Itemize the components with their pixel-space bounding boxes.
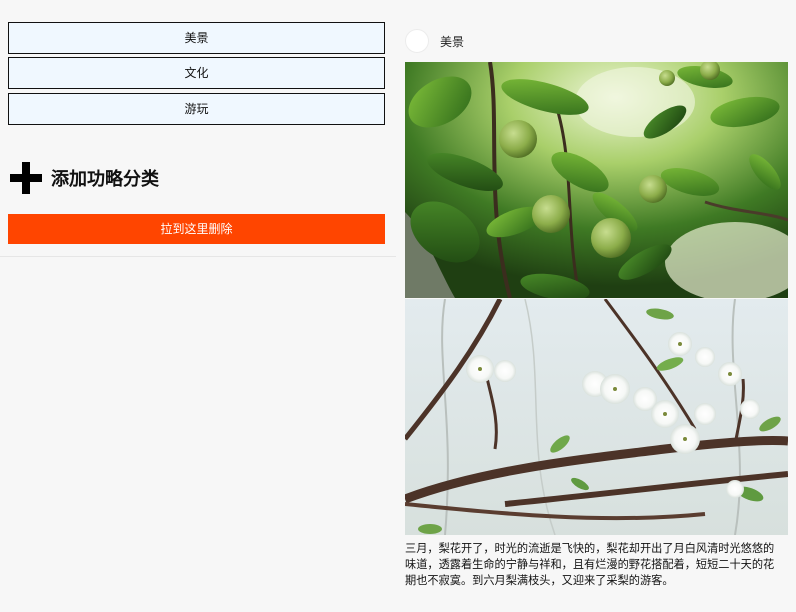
post-author: 美景 xyxy=(440,34,465,49)
pear-blossom-photo[interactable] xyxy=(405,299,788,535)
avatar[interactable] xyxy=(405,29,429,53)
post-caption: 三月，梨花开了，时光的流逝是飞快的，梨花却开出了月白风清时光悠悠的味道，透露着生… xyxy=(405,542,775,587)
category-item-scenery[interactable]: 美景 xyxy=(8,22,385,54)
page: 美景 文化 游玩 添加功略分类 拉到这里删除 美景 三月，梨花开了，时光的流逝是… xyxy=(0,0,796,612)
pear-fruit-photo[interactable] xyxy=(405,62,788,298)
category-item-play[interactable]: 游玩 xyxy=(8,93,385,125)
delete-drop-zone[interactable]: 拉到这里删除 xyxy=(8,214,385,244)
add-category-button[interactable]: 添加功略分类 xyxy=(10,162,159,194)
plus-icon xyxy=(10,162,42,194)
category-panel: 美景 文化 游玩 添加功略分类 拉到这里删除 xyxy=(0,0,396,257)
category-item-culture[interactable]: 文化 xyxy=(8,57,385,89)
post-preview: 美景 三月，梨花开了，时光的流逝是飞快的，梨花却开出了月白风清时光悠悠的味道，透… xyxy=(405,0,788,612)
post-header: 美景 xyxy=(405,29,464,53)
add-category-label: 添加功略分类 xyxy=(51,169,159,190)
